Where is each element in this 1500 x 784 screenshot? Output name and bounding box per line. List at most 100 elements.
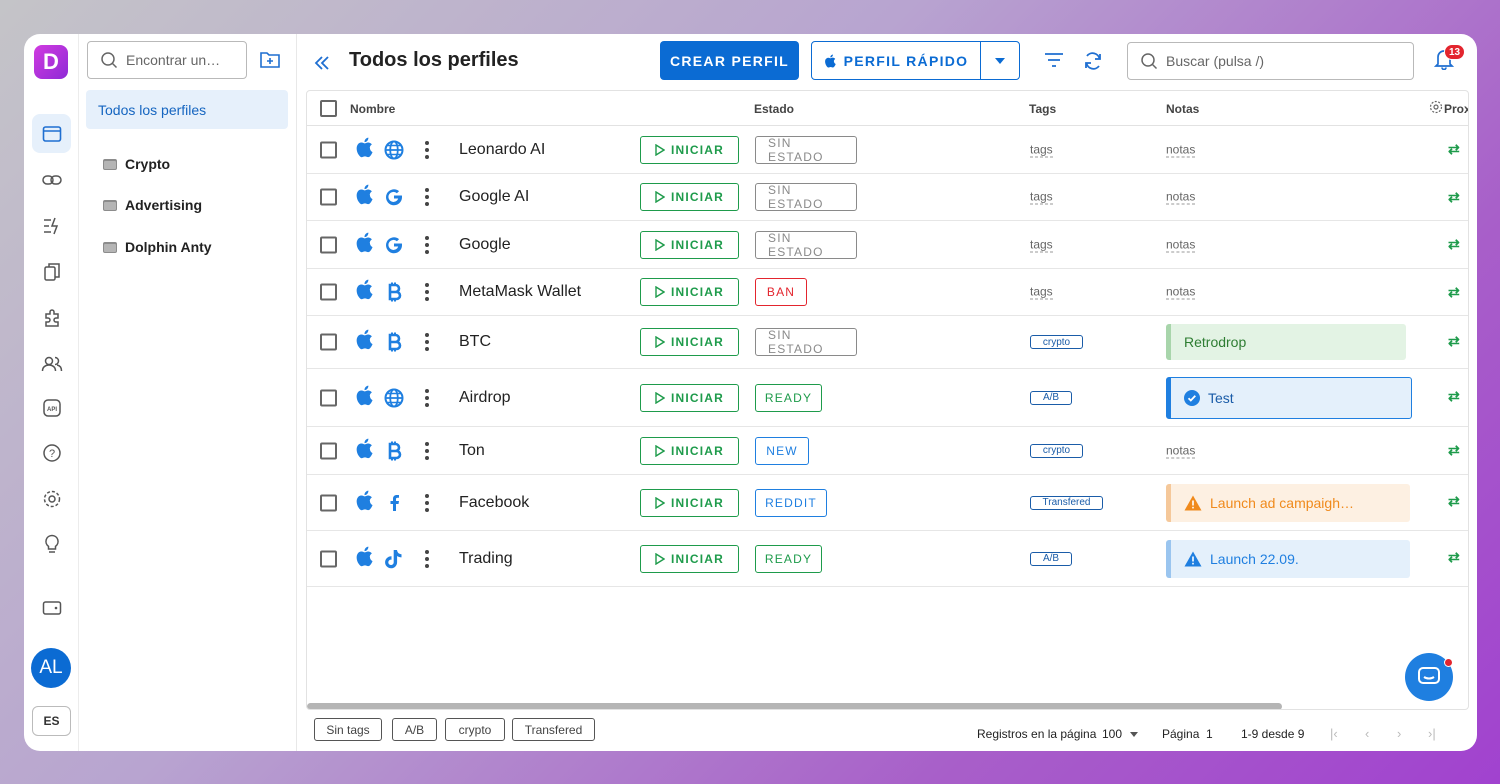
refresh-icon[interactable] bbox=[1083, 51, 1103, 76]
table-row[interactable]: MetaMask Wallet INICIAR BAN tags notas ⇄ bbox=[307, 269, 1468, 316]
tag-filter-transfered[interactable]: Transfered bbox=[512, 718, 595, 741]
row-checkbox[interactable] bbox=[320, 141, 337, 158]
column-name[interactable]: Nombre bbox=[350, 102, 395, 116]
folder-search-input[interactable]: Encontrar un… bbox=[87, 41, 247, 79]
api-nav-icon[interactable]: API bbox=[32, 388, 71, 427]
row-checkbox[interactable] bbox=[320, 283, 337, 301]
proxy-swap-icon[interactable]: ⇄ bbox=[1448, 388, 1460, 405]
first-page-icon[interactable]: |‹ bbox=[1330, 726, 1338, 741]
tags-placeholder[interactable]: tags bbox=[1030, 285, 1053, 300]
more-options-icon[interactable] bbox=[425, 283, 429, 301]
start-profile-button[interactable]: INICIAR bbox=[640, 436, 739, 465]
tag-chip[interactable]: crypto bbox=[1030, 443, 1083, 458]
profile-name[interactable]: Leonardo AI bbox=[459, 141, 545, 159]
tag-chip[interactable]: crypto bbox=[1030, 335, 1083, 349]
row-checkbox[interactable] bbox=[320, 333, 337, 351]
create-profile-button[interactable]: CREAR PERFIL bbox=[660, 41, 799, 80]
status-badge[interactable]: NEW bbox=[755, 436, 809, 465]
profile-name[interactable]: Google bbox=[459, 236, 511, 254]
note-card[interactable]: Launch 22.09. bbox=[1166, 539, 1410, 578]
start-profile-button[interactable]: INICIAR bbox=[640, 488, 739, 517]
gear-icon[interactable] bbox=[1429, 100, 1443, 114]
status-badge[interactable]: BAN bbox=[755, 278, 807, 306]
start-profile-button[interactable]: INICIAR bbox=[640, 383, 739, 412]
column-status[interactable]: Estado bbox=[754, 102, 794, 116]
notes-placeholder[interactable]: notas bbox=[1166, 237, 1196, 252]
profile-name[interactable]: Ton bbox=[459, 442, 485, 460]
last-page-icon[interactable]: ›| bbox=[1428, 726, 1436, 741]
tag-chip[interactable]: Transfered bbox=[1030, 495, 1103, 510]
row-checkbox[interactable] bbox=[320, 236, 337, 253]
more-options-icon[interactable] bbox=[425, 235, 429, 254]
table-row[interactable]: Facebook INICIAR REDDIT Transfered Launch a… bbox=[307, 475, 1468, 531]
more-options-icon[interactable] bbox=[425, 441, 429, 460]
proxy-swap-icon[interactable]: ⇄ bbox=[1448, 549, 1460, 566]
start-profile-button[interactable]: INICIAR bbox=[640, 183, 739, 211]
profile-name[interactable]: Trading bbox=[459, 550, 513, 568]
proxy-swap-icon[interactable]: ⇄ bbox=[1448, 141, 1460, 158]
prev-page-icon[interactable]: ‹ bbox=[1365, 726, 1369, 741]
quick-profile-button[interactable]: PERFIL RÁPIDO bbox=[811, 41, 1020, 80]
per-page-select[interactable]: 100 bbox=[1102, 727, 1122, 741]
settings-nav-icon[interactable] bbox=[32, 479, 71, 518]
start-profile-button[interactable]: INICIAR bbox=[640, 230, 739, 259]
start-profile-button[interactable]: INICIAR bbox=[640, 544, 739, 573]
more-options-icon[interactable] bbox=[425, 140, 429, 159]
start-profile-button[interactable]: INICIAR bbox=[640, 328, 739, 356]
tag-chip[interactable]: A/B bbox=[1030, 390, 1072, 405]
table-row[interactable]: BTC INICIAR SIN ESTADO crypto Retrodrop ⇄ bbox=[307, 316, 1468, 369]
tags-placeholder[interactable]: tags bbox=[1030, 190, 1053, 205]
proxy-swap-icon[interactable]: ⇄ bbox=[1448, 333, 1460, 350]
status-badge[interactable]: READY bbox=[755, 383, 822, 412]
table-row[interactable]: Airdrop INICIAR READY A/B Test ⇄ bbox=[307, 369, 1468, 427]
note-card[interactable]: Launch ad campaigh… bbox=[1166, 483, 1410, 522]
collapse-panel-icon[interactable] bbox=[314, 51, 330, 77]
start-profile-button[interactable]: INICIAR bbox=[640, 135, 739, 164]
table-row[interactable]: Leonardo AI INICIAR SIN ESTADO tags notas ⇄ bbox=[307, 126, 1468, 174]
more-options-icon[interactable] bbox=[425, 188, 429, 206]
start-profile-button[interactable]: INICIAR bbox=[640, 278, 739, 306]
status-badge[interactable]: SIN ESTADO bbox=[755, 230, 857, 259]
new-folder-icon[interactable] bbox=[259, 49, 281, 74]
tag-filter-sin-tags[interactable]: Sin tags bbox=[314, 718, 382, 741]
profile-name[interactable]: Google AI bbox=[459, 188, 529, 206]
user-avatar[interactable]: AL bbox=[31, 648, 71, 688]
folder-item-dolphin-anty[interactable]: Dolphin Anty bbox=[103, 239, 212, 255]
profile-name[interactable]: Facebook bbox=[459, 494, 529, 512]
users-nav-icon[interactable] bbox=[32, 344, 71, 383]
proxy-swap-icon[interactable]: ⇄ bbox=[1448, 189, 1460, 206]
wallet-nav-icon[interactable] bbox=[32, 588, 71, 627]
status-badge[interactable]: SIN ESTADO bbox=[755, 183, 857, 211]
status-badge[interactable]: SIN ESTADO bbox=[755, 135, 857, 164]
profile-name[interactable]: MetaMask Wallet bbox=[459, 283, 581, 301]
notes-placeholder[interactable]: notas bbox=[1166, 190, 1196, 205]
status-badge[interactable]: READY bbox=[755, 544, 822, 573]
row-checkbox[interactable] bbox=[320, 389, 337, 406]
tag-filter-ab[interactable]: A/B bbox=[392, 718, 437, 741]
proxy-swap-icon[interactable]: ⇄ bbox=[1448, 493, 1460, 510]
more-options-icon[interactable] bbox=[425, 333, 429, 351]
notes-placeholder[interactable]: notas bbox=[1166, 142, 1196, 157]
table-row[interactable]: Google AI INICIAR SIN ESTADO tags notas ⇄ bbox=[307, 174, 1468, 221]
row-checkbox[interactable] bbox=[320, 550, 337, 567]
more-options-icon[interactable] bbox=[425, 388, 429, 407]
note-card[interactable]: Test bbox=[1166, 376, 1412, 419]
table-row[interactable]: Google INICIAR SIN ESTADO tags notas ⇄ bbox=[307, 221, 1468, 269]
app-logo[interactable]: D bbox=[34, 45, 68, 79]
row-checkbox[interactable] bbox=[320, 494, 337, 511]
row-checkbox[interactable] bbox=[320, 188, 337, 206]
proxy-swap-icon[interactable]: ⇄ bbox=[1448, 236, 1460, 253]
all-profiles-item[interactable]: Todos los perfiles bbox=[86, 90, 288, 129]
table-row[interactable]: Ton INICIAR NEW crypto notas ⇄ bbox=[307, 427, 1468, 475]
profile-name[interactable]: Airdrop bbox=[459, 389, 511, 407]
folder-item-advertising[interactable]: Advertising bbox=[103, 197, 202, 213]
language-button[interactable]: ES bbox=[32, 706, 71, 736]
select-all-checkbox[interactable] bbox=[320, 100, 337, 117]
profile-search-input[interactable]: Buscar (pulsa /) bbox=[1127, 42, 1414, 80]
tags-placeholder[interactable]: tags bbox=[1030, 142, 1053, 157]
filter-icon[interactable] bbox=[1044, 51, 1064, 74]
horizontal-scrollbar[interactable] bbox=[307, 703, 1282, 709]
clipboard-nav-icon[interactable] bbox=[32, 252, 71, 291]
next-page-icon[interactable]: › bbox=[1397, 726, 1401, 741]
note-card[interactable]: Retrodrop bbox=[1166, 324, 1406, 360]
